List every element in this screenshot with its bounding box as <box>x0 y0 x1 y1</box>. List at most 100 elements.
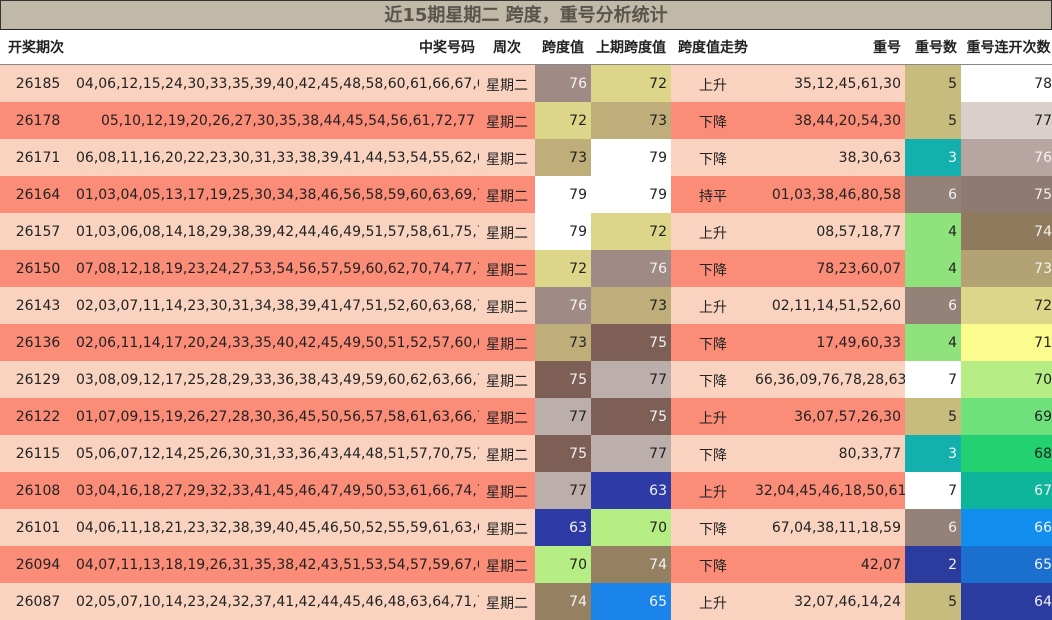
weekday-cell: 星期二 <box>479 546 535 583</box>
prev-span-cell: 72 <box>591 65 671 103</box>
issue-cell: 26157 <box>0 213 76 250</box>
prev-span-cell: 72 <box>591 213 671 250</box>
table-row: 2618504,06,12,15,24,30,33,35,39,40,42,45… <box>0 65 1052 103</box>
repeat-count-cell: 6 <box>905 509 961 546</box>
consecutive-cell: 67 <box>961 472 1052 509</box>
trend-cell: 上升 <box>671 583 755 620</box>
consecutive-cell: 64 <box>961 583 1052 620</box>
span-cell: 76 <box>535 287 591 324</box>
consecutive-cell: 71 <box>961 324 1052 361</box>
table-row: 2608702,05,07,10,14,23,24,32,37,41,42,44… <box>0 583 1052 620</box>
issue-cell: 26108 <box>0 472 76 509</box>
issue-cell: 26171 <box>0 139 76 176</box>
repeat-count-cell: 4 <box>905 250 961 287</box>
col-header-trend[interactable]: 跨度值走势 <box>671 30 755 65</box>
issue-cell: 26115 <box>0 435 76 472</box>
col-header-repeat-numbers[interactable]: 重号 <box>755 30 905 65</box>
prev-span-cell: 75 <box>591 398 671 435</box>
numbers-cell: 01,03,04,05,13,17,19,25,30,34,38,46,56,5… <box>76 176 479 213</box>
prev-span-cell: 63 <box>591 472 671 509</box>
stats-table: 开奖期次 中奖号码 周次 跨度值 上期跨度值 跨度值走势 重号 重号数 重号连开… <box>0 30 1052 620</box>
col-header-weekday[interactable]: 周次 <box>479 30 535 65</box>
repeat-count-cell: 5 <box>905 65 961 103</box>
repeat-count-cell: 3 <box>905 435 961 472</box>
prev-span-cell: 76 <box>591 250 671 287</box>
col-header-consecutive[interactable]: 重号连开次数 <box>961 30 1052 65</box>
trend-cell: 上升 <box>671 65 755 103</box>
prev-span-cell: 79 <box>591 139 671 176</box>
consecutive-cell: 69 <box>961 398 1052 435</box>
consecutive-cell: 77 <box>961 102 1052 139</box>
span-cell: 63 <box>535 509 591 546</box>
col-header-repeat-count[interactable]: 重号数 <box>905 30 961 65</box>
span-cell: 79 <box>535 213 591 250</box>
repeat-numbers-cell: 80,33,77 <box>755 435 905 472</box>
consecutive-cell: 65 <box>961 546 1052 583</box>
numbers-cell: 04,06,11,18,21,23,32,38,39,40,45,46,50,5… <box>76 509 479 546</box>
prev-span-cell: 65 <box>591 583 671 620</box>
col-header-span[interactable]: 跨度值 <box>535 30 591 65</box>
repeat-count-cell: 5 <box>905 102 961 139</box>
repeat-count-cell: 3 <box>905 139 961 176</box>
table-body: 2618504,06,12,15,24,30,33,35,39,40,42,45… <box>0 65 1052 620</box>
consecutive-cell: 76 <box>961 139 1052 176</box>
span-cell: 73 <box>535 139 591 176</box>
trend-cell: 下降 <box>671 324 755 361</box>
span-cell: 75 <box>535 361 591 398</box>
span-cell: 79 <box>535 176 591 213</box>
prev-span-cell: 73 <box>591 287 671 324</box>
repeat-numbers-cell: 35,12,45,61,30 <box>755 65 905 103</box>
span-cell: 72 <box>535 102 591 139</box>
repeat-count-cell: 6 <box>905 176 961 213</box>
weekday-cell: 星期二 <box>479 435 535 472</box>
stats-page: 近15期星期二 跨度，重号分析统计 开奖期次 中奖号码 周次 跨度值 上期跨度值… <box>0 0 1052 576</box>
prev-span-cell: 70 <box>591 509 671 546</box>
consecutive-cell: 74 <box>961 213 1052 250</box>
trend-cell: 下降 <box>671 546 755 583</box>
weekday-cell: 星期二 <box>479 398 535 435</box>
weekday-cell: 星期二 <box>479 176 535 213</box>
table-row: 2610104,06,11,18,21,23,32,38,39,40,45,46… <box>0 509 1052 546</box>
table-row: 2611505,06,07,12,14,25,26,30,31,33,36,43… <box>0 435 1052 472</box>
col-header-prev-span[interactable]: 上期跨度值 <box>591 30 671 65</box>
span-cell: 75 <box>535 435 591 472</box>
trend-cell: 下降 <box>671 361 755 398</box>
consecutive-cell: 68 <box>961 435 1052 472</box>
repeat-numbers-cell: 42,07 <box>755 546 905 583</box>
issue-cell: 26178 <box>0 102 76 139</box>
numbers-cell: 05,10,12,19,20,26,27,30,35,38,44,45,54,5… <box>76 102 479 139</box>
issue-cell: 26122 <box>0 398 76 435</box>
consecutive-cell: 78 <box>961 65 1052 103</box>
repeat-numbers-cell: 32,07,46,14,24 <box>755 583 905 620</box>
issue-cell: 26136 <box>0 324 76 361</box>
weekday-cell: 星期二 <box>479 583 535 620</box>
prev-span-cell: 79 <box>591 176 671 213</box>
prev-span-cell: 73 <box>591 102 671 139</box>
consecutive-cell: 72 <box>961 287 1052 324</box>
issue-cell: 26185 <box>0 65 76 103</box>
numbers-cell: 07,08,12,18,19,23,24,27,53,54,56,57,59,6… <box>76 250 479 287</box>
weekday-cell: 星期二 <box>479 509 535 546</box>
repeat-numbers-cell: 66,36,09,76,78,28,63 <box>755 361 905 398</box>
prev-span-cell: 77 <box>591 361 671 398</box>
repeat-count-cell: 4 <box>905 324 961 361</box>
span-cell: 77 <box>535 398 591 435</box>
trend-cell: 上升 <box>671 287 755 324</box>
span-cell: 73 <box>535 324 591 361</box>
issue-cell: 26094 <box>0 546 76 583</box>
repeat-numbers-cell: 01,03,38,46,80,58 <box>755 176 905 213</box>
repeat-numbers-cell: 08,57,18,77 <box>755 213 905 250</box>
repeat-numbers-cell: 78,23,60,07 <box>755 250 905 287</box>
numbers-cell: 01,03,06,08,14,18,29,38,39,42,44,46,49,5… <box>76 213 479 250</box>
col-header-issue[interactable]: 开奖期次 <box>0 30 76 65</box>
weekday-cell: 星期二 <box>479 472 535 509</box>
repeat-count-cell: 4 <box>905 213 961 250</box>
table-row: 2609404,07,11,13,18,19,26,31,35,38,42,43… <box>0 546 1052 583</box>
consecutive-cell: 66 <box>961 509 1052 546</box>
col-header-numbers[interactable]: 中奖号码 <box>76 30 479 65</box>
weekday-cell: 星期二 <box>479 361 535 398</box>
repeat-numbers-cell: 02,11,14,51,52,60 <box>755 287 905 324</box>
consecutive-cell: 73 <box>961 250 1052 287</box>
numbers-cell: 01,07,09,15,19,26,27,28,30,36,45,50,56,5… <box>76 398 479 435</box>
table-row: 2612903,08,09,12,17,25,28,29,33,36,38,43… <box>0 361 1052 398</box>
